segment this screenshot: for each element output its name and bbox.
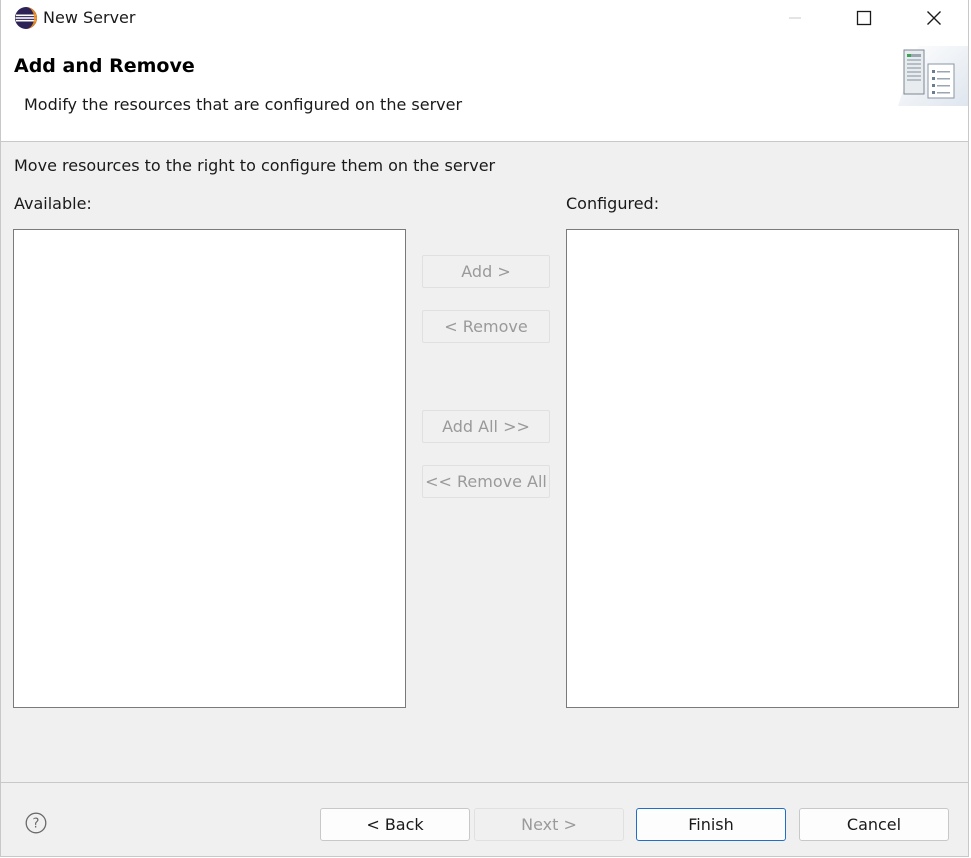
close-button[interactable] <box>899 0 968 36</box>
back-button[interactable]: < Back <box>320 808 470 841</box>
remove-all-button[interactable]: << Remove All <box>422 465 550 498</box>
maximize-button[interactable] <box>829 0 899 36</box>
next-button[interactable]: Next > <box>474 808 624 841</box>
minimize-icon <box>789 17 801 19</box>
wizard-banner: Add and Remove Modify the resources that… <box>1 36 968 142</box>
cancel-button[interactable]: Cancel <box>799 808 949 841</box>
add-button[interactable]: Add > <box>422 255 550 288</box>
remove-button[interactable]: < Remove <box>422 310 550 343</box>
window-title: New Server <box>43 8 136 27</box>
available-list[interactable] <box>13 229 406 708</box>
title-bar: New Server <box>1 0 968 36</box>
minimize-button[interactable] <box>760 0 830 36</box>
configured-label: Configured: <box>566 194 660 213</box>
footer-divider <box>1 782 968 783</box>
maximize-icon <box>856 10 872 26</box>
close-icon <box>927 11 941 25</box>
page-description: Modify the resources that are configured… <box>24 95 463 114</box>
eclipse-icon <box>15 7 37 29</box>
available-label: Available: <box>14 194 92 213</box>
page-title: Add and Remove <box>14 55 195 77</box>
svg-text:?: ? <box>33 817 40 832</box>
finish-button[interactable]: Finish <box>636 808 786 841</box>
server-wizard-icon <box>898 46 968 106</box>
instruction-text: Move resources to the right to configure… <box>14 156 496 175</box>
add-all-button[interactable]: Add All >> <box>422 410 550 443</box>
configured-list[interactable] <box>566 229 959 708</box>
help-icon[interactable]: ? <box>25 812 47 834</box>
new-server-dialog: New Server Add and Remove Modify the res… <box>0 0 969 857</box>
